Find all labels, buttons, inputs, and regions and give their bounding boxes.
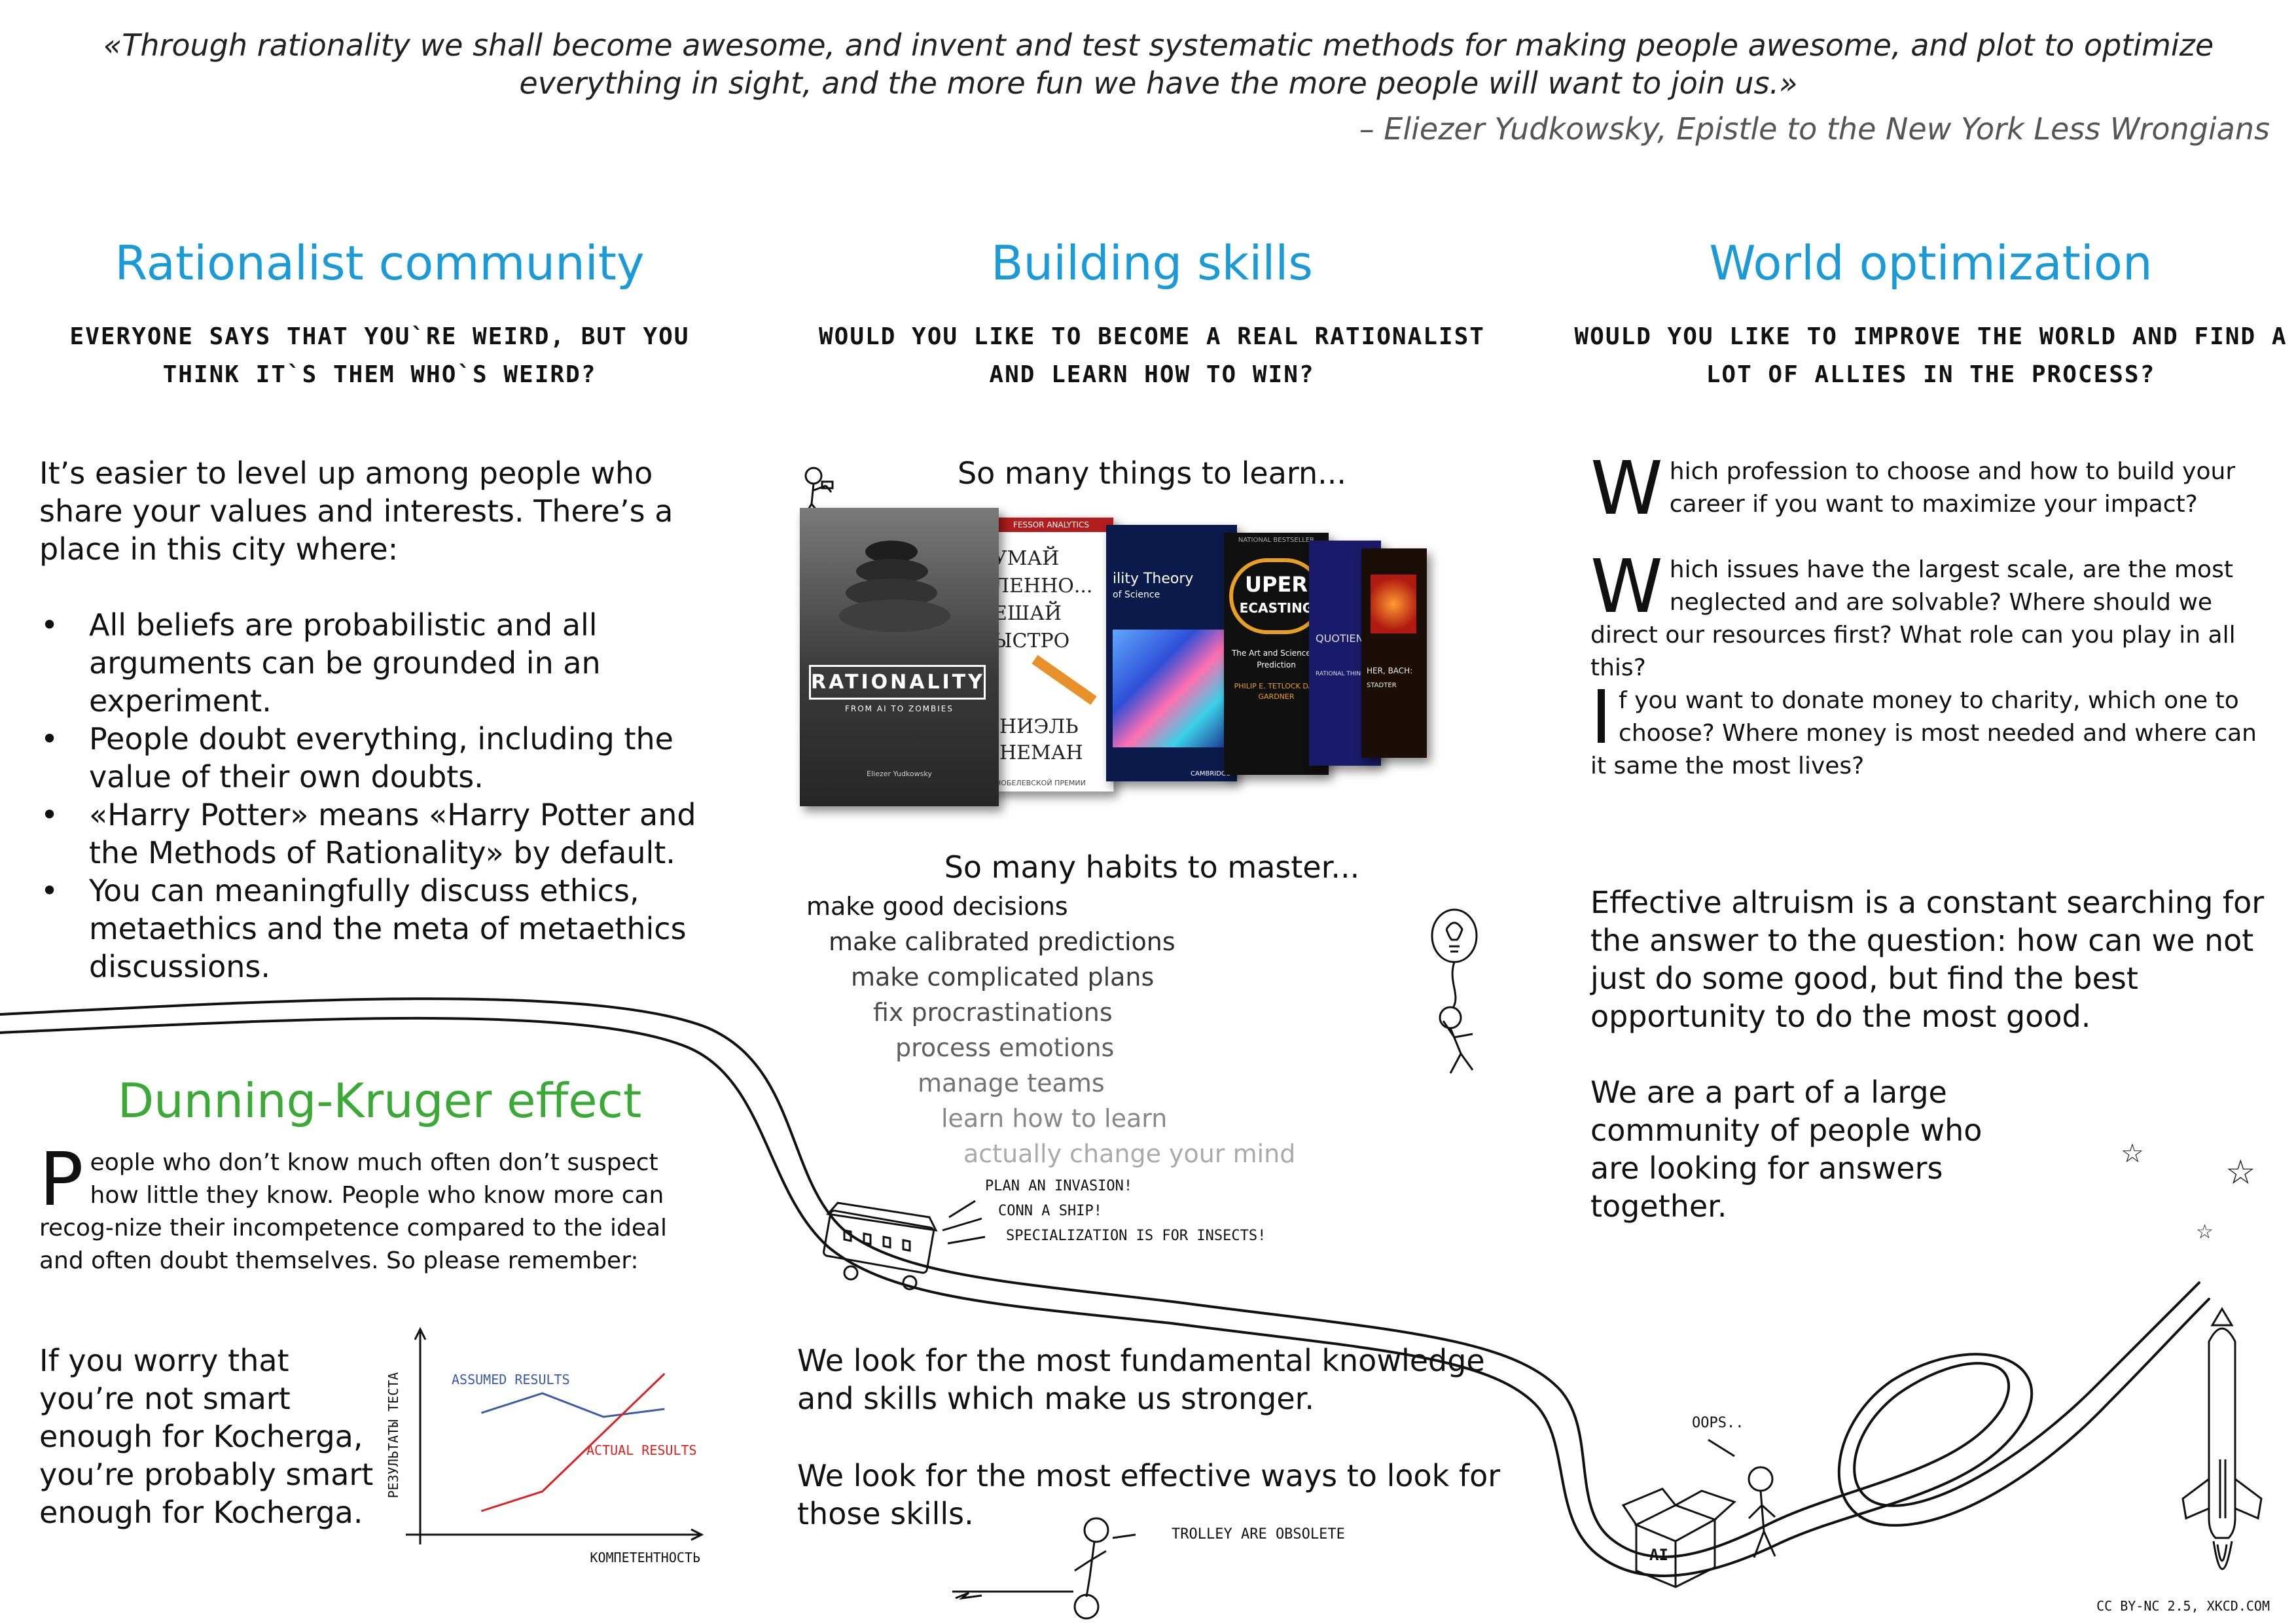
world-subtitle: Would you like to improve the world and … [1574, 323, 2287, 388]
habits-heading: So many habits to master... [944, 849, 1360, 885]
oops-caption: OOPS.. [1692, 1415, 1744, 1431]
worry-text: If you worry that you’re not smart enoug… [39, 1343, 374, 1530]
book-thinking-fast-slow: FESSOR ANALYTICS УМАЙ ЛЕННО... ЕШАЙ ЫСТР… [988, 517, 1114, 792]
book-author: Eliezer Yudkowsky [867, 770, 932, 778]
list-item: learn how to learn [941, 1104, 1168, 1133]
trolley-note: PLAN AN INVASION! [985, 1178, 1133, 1194]
x-axis-label: КОМПЕТЕНТНОСТЬ [590, 1550, 700, 1565]
world-paragraph-2: Which issues have the largest scale, are… [1590, 544, 2271, 685]
list-item: make complicated plans [851, 963, 1155, 991]
book-cover-art [1113, 630, 1230, 747]
dropcap: I [1590, 675, 1613, 760]
community-subtitle: Everyone says that you`re weird, but you… [69, 323, 690, 388]
list-item: All beliefs are probabilistic and all ar… [39, 606, 733, 720]
community-title: Rationalist community [115, 236, 645, 291]
dropcap: W [1590, 544, 1663, 630]
book-subtitle: FROM AI TO ZOMBIES [845, 704, 954, 713]
skills-closing-1: We look for the most fundamental knowled… [797, 1343, 1485, 1416]
community-bullet-list: All beliefs are probabilistic and all ar… [39, 606, 733, 986]
box-label: AI [1649, 1546, 1668, 1564]
book-cover-art [1371, 575, 1416, 633]
world-paragraph-3: If you want to donate money to charity, … [1590, 675, 2271, 783]
book-probability-theory: ility Theory of Science CAMBRIDGE [1106, 525, 1237, 781]
book-title-line: ЫСТРО [993, 630, 1070, 652]
skills-subtitle: Would you like to become a real rational… [819, 323, 1485, 388]
dropcap: P [39, 1137, 84, 1222]
world-title: World optimization [1709, 236, 2153, 291]
book-title-line: УМАЙ [993, 547, 1060, 570]
book-author-line: НЕМАН [999, 741, 1083, 764]
community-answers-text: We are a part of a large community of pe… [1590, 1075, 1982, 1224]
list-item: actually change your mind [963, 1139, 1296, 1168]
star-icon: ☆ [2121, 1139, 2144, 1169]
book-author: STADTER [1367, 682, 1397, 689]
trolley-caption: TROLLEY ARE OBSOLETE [1172, 1526, 1345, 1543]
y-axis-label: РЕЗУЛЬТАТЫ ТЕСТА [386, 1372, 401, 1499]
list-item: manage teams [918, 1069, 1105, 1097]
effective-altruism-text: Effective altruism is a constant searchi… [1590, 885, 2265, 1034]
list-item: process emotions [895, 1033, 1115, 1062]
list-item: «Harry Potter» means «Harry Potter and t… [39, 796, 733, 872]
book-author-line: НИЭЛЬ [999, 715, 1079, 738]
list-item: People doubt everything, including the v… [39, 720, 733, 796]
dropcap: W [1590, 446, 1663, 531]
stones-image [800, 508, 999, 652]
world-paragraph-1: Which profession to choose and how to bu… [1590, 446, 2271, 531]
trolley-note: SPECIALIZATION IS FOR INSECTS! [1006, 1228, 1266, 1244]
book-rationality: RATIONALITY FROM AI TO ZOMBIES Eliezer Y… [800, 508, 999, 806]
book-goedel-escher-bach: HER, BACH: STADTER [1361, 548, 1427, 758]
list-item: fix procrastinations [873, 998, 1113, 1027]
list-item: make calibrated predictions [829, 927, 1175, 956]
book-title: RATIONALITY [809, 665, 986, 700]
series-label-actual: ACTUAL RESULTS [586, 1442, 697, 1458]
book-title-line: ЕШАЙ [993, 602, 1062, 625]
book-footer: НОБЕЛЕВСКОЙ ПРЕМИИ [996, 779, 1086, 787]
dunning-kruger-paragraph: eople who don’t know much often don’t su… [39, 1149, 668, 1274]
paragraph-text: hich issues have the largest scale, are … [1590, 556, 2236, 681]
book-title: ility Theory [1113, 571, 1194, 587]
pencil-icon [1031, 654, 1097, 705]
star-icon: ☆ [2196, 1221, 2214, 1243]
list-item: You can meaningfully discuss ethics, met… [39, 872, 733, 986]
series-label-assumed: ASSUMED RESULTS [452, 1372, 570, 1387]
book-topline: FESSOR ANALYTICS [989, 518, 1113, 532]
credit-line: CC BY-NC 2.5, XKCD.COM [2096, 1598, 2270, 1614]
dunning-kruger-text: People who don’t know much often don’t s… [39, 1137, 713, 1277]
book-title-line: ECASTING [1239, 600, 1314, 616]
series-line-assumed [480, 1392, 665, 1418]
skills-closing-2: We look for the most effective ways to l… [797, 1458, 1501, 1531]
skills-title: Building skills [991, 236, 1313, 291]
paragraph-text: hich profession to choose and how to bui… [1669, 458, 2236, 518]
star-icon: ☆ [2225, 1153, 2256, 1192]
paragraph-text: f you want to donate money to charity, w… [1590, 687, 2257, 779]
book-subtitle: of Science [1113, 590, 1160, 600]
dunning-kruger-chart: РЕЗУЛЬТАТЫ ТЕСТА КОМПЕТЕНТНОСТЬ ASSUMED … [386, 1327, 704, 1565]
dunning-kruger-title: Dunning-Kruger effect [117, 1073, 642, 1128]
trolley-note: CONN A SHIP! [998, 1203, 1102, 1219]
book-title-line: ЛЕННО... [993, 575, 1093, 597]
list-item: make good decisions [806, 892, 1068, 921]
things-heading: So many things to learn... [957, 455, 1347, 491]
community-intro: It’s easier to level up among people who… [39, 455, 673, 567]
book-title-line: UPER [1245, 572, 1308, 597]
book-title: HER, BACH: [1367, 666, 1413, 675]
